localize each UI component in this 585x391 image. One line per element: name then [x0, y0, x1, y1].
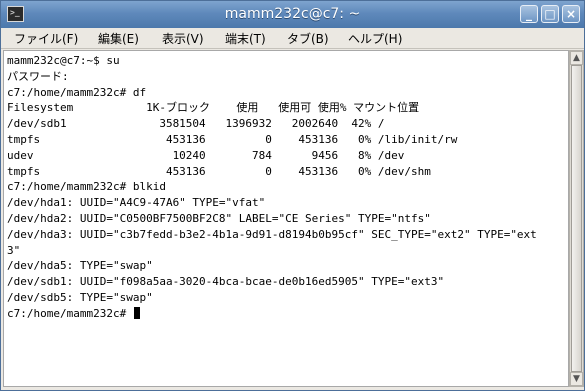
- terminal-line: パスワード:: [7, 69, 69, 83]
- menu-tabs[interactable]: タブ(B): [287, 30, 329, 47]
- terminal-line: Filesystem 1K-ブロック 使用 使用可 使用% マウント位置: [7, 101, 420, 115]
- terminal-window: >_ mamm232c@c7: ~ _ □ × ファイル(F) 編集(E) 表示…: [0, 0, 585, 391]
- menu-help[interactable]: ヘルプ(H): [348, 30, 402, 47]
- menu-bar: ファイル(F) 編集(E) 表示(V) 端末(T) タブ(B) ヘルプ(H): [1, 28, 584, 49]
- menu-edit[interactable]: 編集(E): [98, 30, 139, 47]
- scrollbar-thumb[interactable]: [571, 65, 582, 372]
- scroll-down-arrow-icon[interactable]: ▼: [570, 372, 583, 386]
- terminal-line: /dev/hda3: UUID="c3b7fedd-b3e2-4b1a-9d91…: [7, 227, 537, 241]
- maximize-button[interactable]: □: [541, 5, 559, 23]
- terminal-line: tmpfs 453136 0 453136 0% /lib/init/rw: [7, 132, 458, 146]
- menu-file[interactable]: ファイル(F): [14, 30, 78, 47]
- terminal-line: /dev/sdb5: TYPE="swap": [7, 290, 153, 304]
- close-button[interactable]: ×: [562, 5, 580, 23]
- terminal-line: udev 10240 784 9456 8% /dev: [7, 148, 405, 162]
- menu-view[interactable]: 表示(V): [162, 30, 204, 47]
- terminal-line: 3": [7, 243, 21, 257]
- terminal-line: /dev/hda2: UUID="C0500BF7500BF2C8" LABEL…: [7, 211, 431, 225]
- vertical-scrollbar[interactable]: ▲ ▼: [569, 50, 584, 387]
- text-cursor: [133, 306, 140, 319]
- terminal-line: /dev/sdb1 3581504 1396932 2002640 42% /: [7, 117, 385, 131]
- menu-terminal[interactable]: 端末(T): [225, 30, 266, 47]
- terminal-line: /dev/sdb1: UUID="f098a5aa-3020-4bca-bcae…: [7, 275, 445, 289]
- terminal-line: tmpfs 453136 0 453136 0% /dev/shm: [7, 164, 431, 178]
- terminal-line: /dev/hda5: TYPE="swap": [7, 259, 153, 273]
- scroll-up-arrow-icon[interactable]: ▲: [570, 51, 583, 65]
- title-bar[interactable]: >_ mamm232c@c7: ~ _ □ ×: [1, 1, 584, 29]
- terminal-line: c7:/home/mamm232c# df: [7, 85, 147, 99]
- terminal-line: mamm232c@c7:~$ su: [7, 54, 120, 67]
- window-title: mamm232c@c7: ~: [224, 6, 361, 22]
- terminal-output[interactable]: mamm232c@c7:~$ su パスワード: c7:/home/mamm23…: [3, 50, 569, 387]
- minimize-button[interactable]: _: [520, 5, 538, 23]
- terminal-prompt: c7:/home/mamm232c#: [7, 306, 133, 320]
- terminal-line: c7:/home/mamm232c# blkid: [7, 180, 166, 194]
- terminal-line: /dev/hda1: UUID="A4C9-47A6" TYPE="vfat": [7, 196, 266, 210]
- terminal-prompt-line[interactable]: c7:/home/mamm232c#: [7, 306, 537, 322]
